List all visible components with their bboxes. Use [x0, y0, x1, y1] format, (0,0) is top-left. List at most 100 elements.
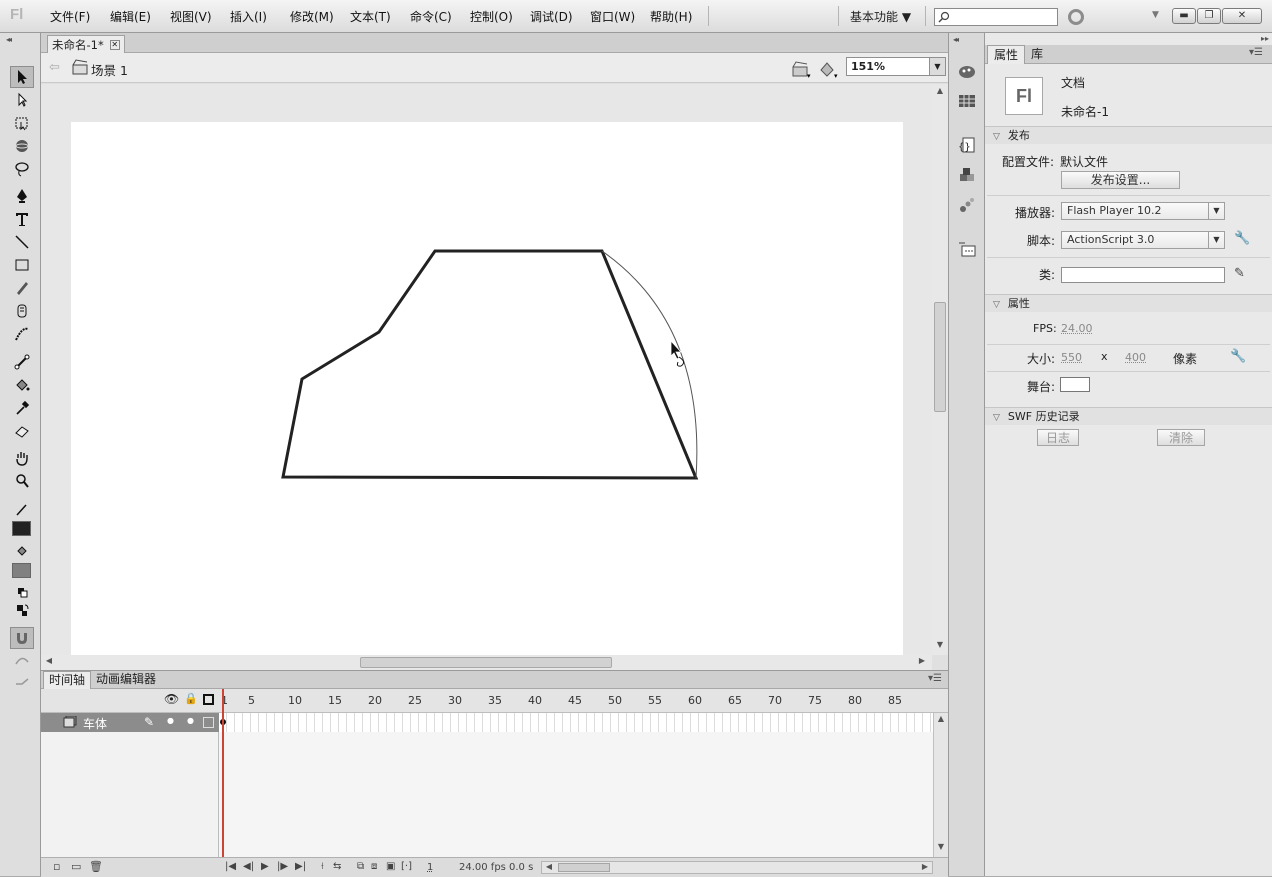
- menu-modify[interactable]: 修改(M): [290, 8, 334, 25]
- color-panel-icon[interactable]: [957, 61, 977, 81]
- layer-row[interactable]: 车体 ✎ ● ●: [41, 713, 219, 732]
- subselection-tool-icon[interactable]: [10, 89, 34, 111]
- stage-color-swatch[interactable]: [1060, 377, 1090, 392]
- 3d-rotation-tool-icon[interactable]: [10, 135, 34, 157]
- zoom-select[interactable]: 151% ▼: [846, 57, 946, 76]
- snap-magnet-icon[interactable]: [10, 627, 34, 649]
- document-tab[interactable]: 未命名-1* ✕: [47, 35, 125, 53]
- stroke-color-icon[interactable]: [10, 499, 34, 521]
- outline-square-icon[interactable]: [203, 717, 214, 728]
- lasso-tool-icon[interactable]: [10, 158, 34, 180]
- sync-icon[interactable]: [1068, 9, 1084, 25]
- straighten-icon[interactable]: [10, 673, 34, 695]
- menu-insert[interactable]: 插入(I): [230, 8, 267, 25]
- show-hide-eye-icon[interactable]: 👁: [164, 692, 179, 706]
- wrench-icon[interactable]: 🔧: [1230, 349, 1246, 364]
- scroll-up-icon[interactable]: ▲: [933, 86, 947, 95]
- stroke-color-swatch[interactable]: [12, 521, 31, 536]
- motion-presets-icon[interactable]: [957, 195, 977, 215]
- lock-dot-icon[interactable]: ●: [187, 716, 194, 725]
- fill-color-icon[interactable]: [10, 540, 34, 562]
- tab-motion-editor[interactable]: 动画编辑器: [91, 671, 161, 689]
- menu-view[interactable]: 视图(V): [170, 8, 212, 25]
- minimize-button[interactable]: ▬: [1172, 8, 1196, 24]
- scroll-down-icon[interactable]: ▼: [934, 842, 948, 851]
- new-folder-icon[interactable]: ▭: [71, 860, 81, 873]
- panel-menu-icon[interactable]: ▾☰: [928, 673, 942, 684]
- timeline-horizontal-scrollbar[interactable]: ◀ ▶: [541, 861, 933, 874]
- tab-library[interactable]: 库: [1025, 45, 1049, 64]
- tab-timeline[interactable]: 时间轴: [43, 671, 92, 689]
- step-back-icon[interactable]: ◀|: [243, 861, 254, 872]
- loop-icon[interactable]: ⇆: [333, 861, 341, 872]
- fps-value[interactable]: 24.00: [1061, 322, 1093, 335]
- log-button[interactable]: 日志: [1037, 429, 1079, 446]
- menu-window[interactable]: 窗口(W): [590, 8, 635, 25]
- brush-tool-icon[interactable]: [10, 300, 34, 322]
- swatches-panel-icon[interactable]: [957, 91, 977, 111]
- visibility-dot-icon[interactable]: ●: [167, 716, 174, 725]
- text-tool-icon[interactable]: [10, 208, 34, 230]
- properties-section-header[interactable]: ▽ 属性: [985, 294, 1272, 312]
- outline-icon[interactable]: [203, 694, 214, 705]
- project-panel-icon[interactable]: [957, 239, 977, 259]
- fill-color-swatch[interactable]: [12, 563, 31, 578]
- center-frame-icon[interactable]: ⟊: [321, 861, 324, 872]
- wrench-icon[interactable]: 🔧: [1234, 231, 1250, 246]
- player-select[interactable]: Flash Player 10.2 ▼: [1061, 202, 1225, 220]
- timeline-vertical-scrollbar[interactable]: ▲ ▼: [933, 713, 948, 857]
- free-transform-tool-icon[interactable]: [10, 112, 34, 134]
- drawing-canvas[interactable]: [41, 84, 932, 655]
- scroll-up-icon[interactable]: ▲: [934, 714, 948, 723]
- line-tool-icon[interactable]: [10, 231, 34, 253]
- close-icon[interactable]: ✕: [109, 39, 120, 50]
- menu-commands[interactable]: 命令(C): [410, 8, 452, 25]
- scroll-thumb[interactable]: [934, 302, 946, 412]
- last-frame-icon[interactable]: ▶|: [295, 861, 306, 872]
- frame-ruler[interactable]: 1 5 10 15 20 25 30 35 40 45 50 55 60 65 70 75 80 85: [219, 689, 933, 713]
- chevron-down-icon[interactable]: ▼: [1152, 10, 1159, 20]
- pen-tool-icon[interactable]: [10, 185, 34, 207]
- layer-name[interactable]: 车体: [83, 715, 107, 732]
- eyedropper-tool-icon[interactable]: [10, 397, 34, 419]
- paint-bucket-tool-icon[interactable]: [10, 374, 34, 396]
- close-button[interactable]: ✕: [1222, 8, 1262, 24]
- help-search-input[interactable]: [934, 8, 1058, 26]
- menu-control[interactable]: 控制(O): [470, 8, 513, 25]
- menu-edit[interactable]: 编辑(E): [110, 8, 151, 25]
- trash-icon[interactable]: 🗑: [89, 860, 103, 873]
- menu-file[interactable]: 文件(F): [50, 8, 90, 25]
- panel-menu-icon[interactable]: ▾☰: [1249, 47, 1263, 58]
- height-value[interactable]: 400: [1125, 351, 1146, 364]
- swap-colors-icon[interactable]: [10, 599, 34, 621]
- edit-scene-icon[interactable]: ▾: [792, 60, 812, 78]
- deco-tool-icon[interactable]: [10, 323, 34, 345]
- modify-markers-icon[interactable]: [·]: [401, 861, 412, 872]
- play-icon[interactable]: ▶: [261, 861, 269, 872]
- pencil-tool-icon[interactable]: [10, 277, 34, 299]
- width-value[interactable]: 550: [1061, 351, 1082, 364]
- zoom-tool-icon[interactable]: [10, 470, 34, 492]
- pencil-icon[interactable]: ✎: [1234, 266, 1245, 281]
- scroll-right-icon[interactable]: ▶: [915, 656, 929, 665]
- workspace-switcher[interactable]: 基本功能 ▼: [850, 8, 911, 25]
- components-panel-icon[interactable]: [957, 165, 977, 185]
- scroll-right-icon[interactable]: ▶: [918, 862, 932, 871]
- edit-multiple-frames-icon[interactable]: ▣: [386, 861, 395, 872]
- chevron-down-icon[interactable]: ▼: [929, 58, 945, 75]
- scroll-down-icon[interactable]: ▼: [933, 640, 947, 649]
- menu-text[interactable]: 文本(T): [350, 8, 391, 25]
- tab-properties[interactable]: 属性: [987, 45, 1026, 64]
- restore-button[interactable]: ❐: [1197, 8, 1221, 24]
- collapse-icon[interactable]: ◂◂: [6, 35, 12, 44]
- expand-icon[interactable]: ◂◂: [953, 35, 959, 44]
- vertical-scrollbar[interactable]: ▲ ▼: [932, 84, 948, 655]
- publish-settings-button[interactable]: 发布设置...: [1061, 171, 1180, 189]
- onion-skin-icon[interactable]: ⧉: [357, 861, 364, 872]
- step-forward-icon[interactable]: |▶: [277, 861, 288, 872]
- current-frame[interactable]: 1: [427, 862, 433, 873]
- back-arrow-icon[interactable]: ⇦: [49, 60, 60, 75]
- smooth-icon[interactable]: [10, 650, 34, 672]
- clear-button[interactable]: 清除: [1157, 429, 1205, 446]
- new-layer-icon[interactable]: ▫: [53, 860, 60, 873]
